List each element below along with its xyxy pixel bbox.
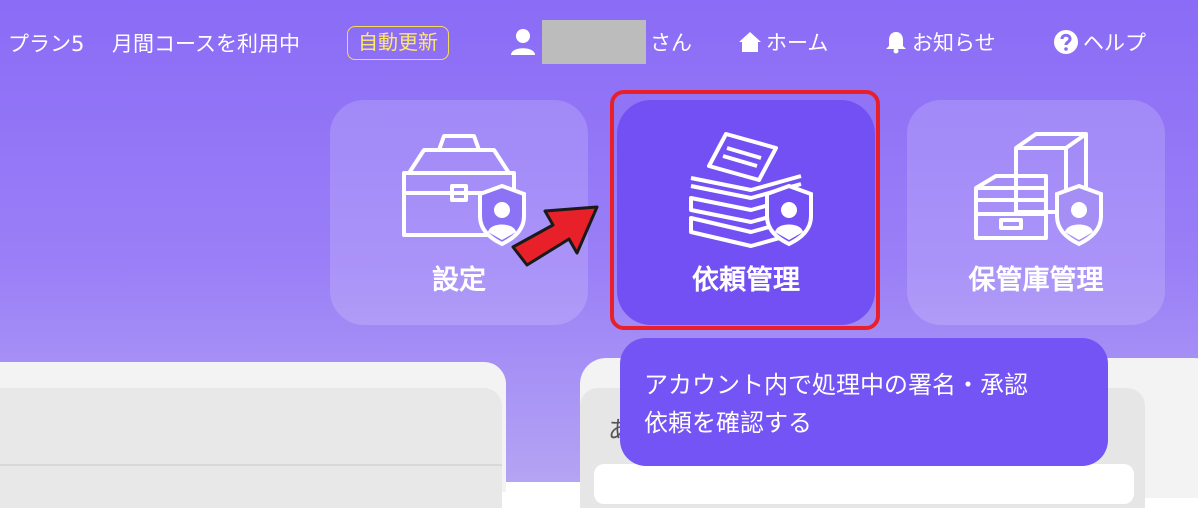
home-icon bbox=[739, 32, 761, 52]
redacted-username bbox=[542, 20, 646, 64]
auto-renew-badge: 自動更新 bbox=[347, 26, 449, 60]
nav-home-label: ホーム bbox=[766, 31, 829, 55]
plan-name: プラン5 bbox=[8, 32, 85, 56]
nav-news-label: お知らせ bbox=[912, 31, 996, 55]
left-panel bbox=[0, 362, 506, 508]
user-account[interactable]: さん bbox=[510, 20, 692, 64]
nav-news[interactable]: お知らせ bbox=[884, 24, 996, 60]
bell-icon bbox=[886, 32, 906, 54]
nav-help[interactable]: ヘルプ bbox=[1053, 24, 1146, 60]
user-honorific: さん bbox=[650, 31, 692, 55]
left-panel-inner bbox=[0, 388, 502, 508]
nav-home[interactable]: ホーム bbox=[738, 24, 828, 60]
tile-vault-management-label: 保管庫管理 bbox=[968, 265, 1104, 296]
tile-vault-management[interactable]: 保管庫管理 bbox=[907, 100, 1165, 325]
storage-boxes-shield-icon bbox=[974, 132, 1103, 247]
tooltip-line2: 依頼を確認する bbox=[644, 409, 812, 437]
top-bar: プラン5 月間コースを利用中 自動更新 さん ホーム お知らせ ヘルプ bbox=[0, 0, 1198, 80]
nav-help-label: ヘルプ bbox=[1083, 31, 1146, 55]
highlight-box bbox=[610, 90, 880, 330]
left-panel-divider bbox=[0, 464, 502, 466]
tooltip-line1: アカウント内で処理中の署名・承認 bbox=[644, 371, 1028, 399]
right-panel-card[interactable] bbox=[594, 464, 1134, 504]
tooltip: アカウント内で処理中の署名・承認 依頼を確認する bbox=[620, 338, 1108, 466]
pointer-arrow-icon bbox=[511, 205, 599, 267]
question-icon bbox=[1054, 30, 1078, 54]
user-icon bbox=[511, 29, 535, 55]
course-status: 月間コースを利用中 bbox=[112, 32, 300, 56]
